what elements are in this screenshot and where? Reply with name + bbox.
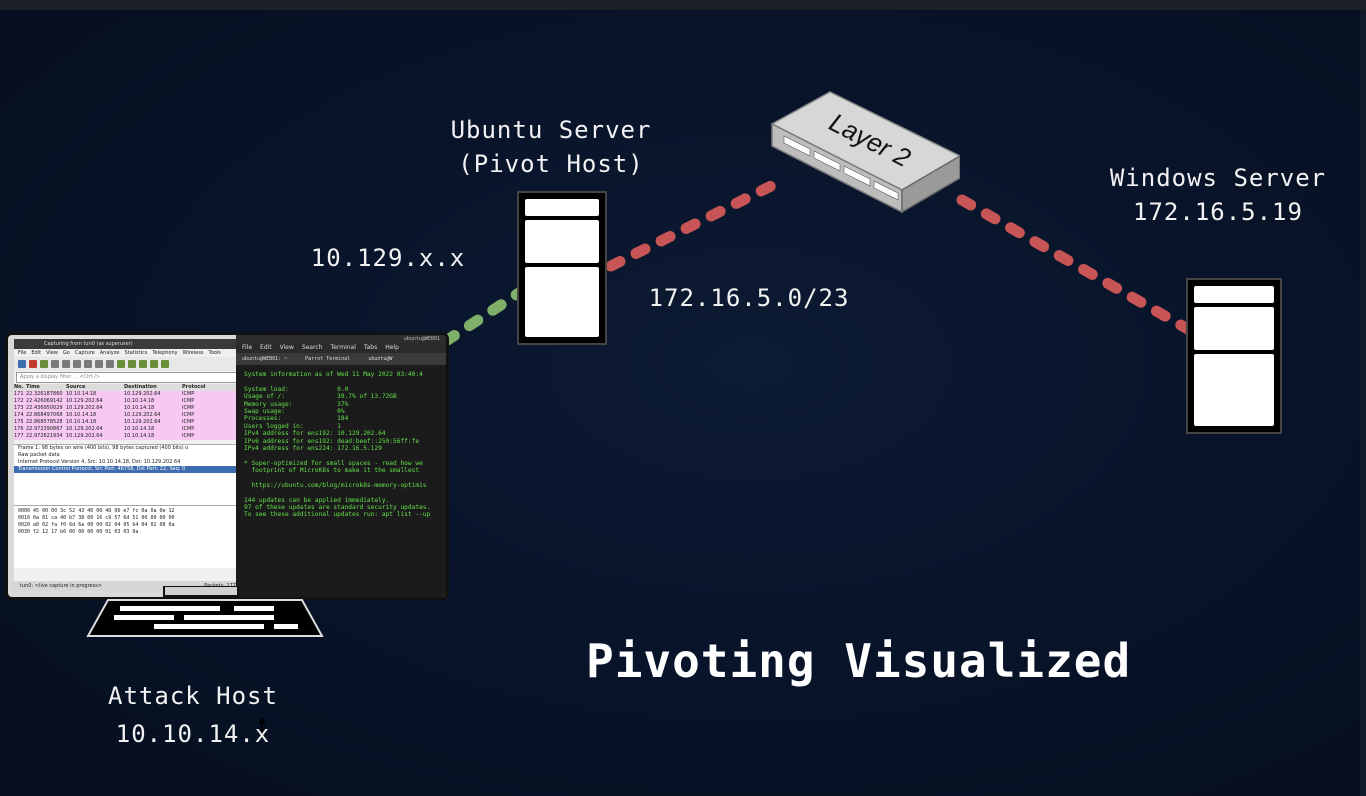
menu-item: Edit — [31, 350, 42, 356]
terminal-line: Users logged in: 1 — [244, 422, 341, 430]
wireshark-title: Capturing from tun0 (as superuser) — [14, 339, 242, 349]
packet-row: 176 22.972390867 10.129.202.64 10.10.14.18 I… — [14, 426, 242, 433]
external-network-label: 10.129.x.x — [310, 244, 466, 272]
menu-item: Statistics — [124, 350, 148, 356]
menu-item: View — [46, 350, 58, 356]
top-bar — [0, 0, 1366, 10]
hex-line: 0010 0a 81 ca 40 b7 38 00 16 c9 57 6d 51… — [18, 515, 175, 521]
internal-network-label: 172.16.5.0/23 — [648, 284, 850, 312]
terminal-menu: File Edit View Search Terminal Tabs Help — [236, 343, 446, 353]
attack-host-monitor: Capturing from tun0 (as superuser) File … — [8, 335, 446, 597]
hex-line: 0000 45 00 00 3c 52 43 40 00 40 06 e7 fc… — [18, 508, 175, 514]
last-packet-icon — [161, 360, 169, 368]
terminal-line: IPv4 address for ens224: 172.16.5.129 — [244, 444, 382, 452]
terminal-line: 97 of these updates are standard securit… — [244, 504, 431, 512]
menu-item: Capture — [74, 350, 95, 356]
terminal-line: IPv6 address for ens192: dead:beef::250:… — [244, 437, 420, 445]
first-packet-icon — [150, 360, 158, 368]
right-edge — [1360, 10, 1366, 796]
shark-fin-icon — [18, 360, 26, 368]
restart-capture-icon — [40, 360, 48, 368]
terminal-output: System information as of Wed 11 May 2022… — [236, 365, 446, 519]
packet-row: 171 22.326187860 10.10.14.18 10.129.202.64 I… — [14, 391, 242, 398]
back-arrow-icon — [117, 360, 125, 368]
packet-row: 175 22.868578528 10.10.14.18 10.129.202.64 I… — [14, 419, 242, 426]
ubuntu-server-name: Ubuntu Server — [450, 116, 652, 144]
ubuntu-server-role: (Pivot Host) — [458, 150, 644, 178]
hex-line: 0030 f2 12 17 b6 00 00 00 00 01 03 03 0a — [18, 529, 139, 535]
cursor-stem — [261, 722, 263, 732]
diagram-title: Pivoting Visualized — [586, 634, 1132, 688]
windows-server-name: Windows Server — [1109, 164, 1327, 192]
windows-server-icon — [1188, 280, 1280, 432]
layer2-switch: Layer 2 — [770, 91, 960, 214]
monitor-stand-keyboard-icon — [86, 586, 324, 637]
detail-line: Internet Protocol Version 4, Src: 10.10.… — [18, 459, 181, 465]
wireshark-toolbar — [14, 357, 242, 371]
forward-arrow-icon — [128, 360, 136, 368]
link-attack-to-pivot — [440, 285, 528, 347]
packet-bytes-pane: 0000 45 00 00 3c 52 43 40 00 40 06 e7 fc… — [14, 505, 242, 568]
packet-list-header: No. Time Source Destination Protocol — [14, 384, 242, 391]
close-file-icon — [84, 360, 92, 368]
terminal-line: To see these additional updates run: apt… — [244, 511, 431, 519]
terminal-line: IPv4 address for ens192: 10.129.202.64 — [244, 430, 386, 438]
detail-line: Frame 1: 98 bytes on wire (400 bits), 98… — [18, 445, 189, 451]
menu-item: File — [18, 350, 27, 356]
goto-icon — [139, 360, 147, 368]
menu-item: Wireless — [182, 350, 204, 356]
terminal-window: ubuntu@WEB01 File Edit View Search Terminal T… — [236, 335, 446, 597]
terminal-line: Processes: 184 — [244, 415, 349, 423]
menu-item: Analyze — [99, 350, 120, 356]
options-icon — [51, 360, 59, 368]
packet-row: 174 22.868497068 10.10.14.18 10.129.202.64 I… — [14, 412, 242, 419]
terminal-line: Memory usage: 37% — [244, 400, 349, 408]
terminal-line: 144 updates can be applied immediately. — [244, 496, 390, 504]
save-file-icon — [73, 360, 81, 368]
display-filter-input: Apply a display filter ... <Ctrl-/> — [16, 372, 240, 383]
packet-details-pane: Frame 1: 98 bytes on wire (400 bits), 98… — [14, 444, 242, 505]
terminal-tabs: ubuntu@WEB01: ~ Parrot Terminal ubuntu@W — [236, 353, 446, 365]
menu-item: Telephony — [152, 350, 178, 356]
stop-capture-icon — [29, 360, 37, 368]
terminal-line: System load: 0.0 — [244, 385, 349, 393]
terminal-tab: ubuntu@WEB01: ~ — [242, 356, 288, 362]
packet-row: 172 22.426069142 10.129.202.64 10.10.14.18 I… — [14, 398, 242, 405]
terminal-tab: ubuntu@W — [368, 356, 393, 362]
terminal-line: Usage of /: 39.7% of 13.72GB — [244, 393, 397, 401]
terminal-line: footprint of MicroK8s to make it the sma… — [244, 467, 420, 475]
hex-line: 0020 a0 02 fa f0 6d 6a 00 00 02 04 05 b4… — [18, 522, 175, 528]
terminal-line: https://ubuntu.com/blog/microk8s-memory-… — [244, 481, 427, 489]
search-icon — [106, 360, 114, 368]
reload-icon — [95, 360, 103, 368]
link-pivot-to-switch — [605, 174, 789, 272]
terminal-line: Swap usage: 0% — [244, 407, 345, 415]
wireshark-window: Capturing from tun0 (as superuser) File … — [14, 339, 242, 591]
detail-line: Transmission Control Protocol, Src Port:… — [14, 466, 242, 473]
packet-row: 173 22.436950029 10.129.202.64 10.10.14.18 I… — [14, 405, 242, 412]
terminal-line: * Super-optimized for small spaces - rea… — [244, 459, 423, 467]
terminal-line: System information as of Wed 11 May 2022… — [244, 371, 423, 378]
ubuntu-server-icon — [519, 193, 605, 343]
terminal-tab: Parrot Terminal — [305, 356, 351, 362]
diagram-canvas: Layer 2 Ubuntu Server (Pivot Host) Windo… — [0, 10, 1366, 796]
menu-item: Tools — [208, 350, 221, 356]
windows-server-ip: 172.16.5.19 — [1133, 198, 1303, 226]
open-file-icon — [62, 360, 70, 368]
detail-line: Raw packet data — [18, 452, 60, 458]
menu-item: Go — [62, 350, 70, 356]
terminal-title: ubuntu@WEB01 — [236, 335, 446, 343]
packet-row: 177 22.972621934 10.129.202.64 10.10.14.18 I… — [14, 433, 242, 440]
wireshark-menu: File Edit View Go Capture Analyze Statis… — [14, 349, 242, 357]
attack-host-name: Attack Host — [108, 682, 278, 710]
